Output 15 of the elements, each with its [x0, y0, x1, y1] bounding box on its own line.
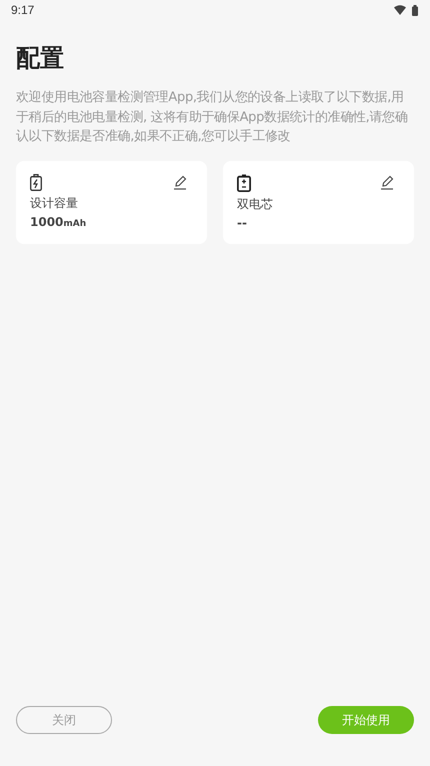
battery-icon	[237, 174, 251, 192]
battery-charging-icon	[30, 174, 42, 190]
wifi-icon	[394, 5, 406, 15]
page-title: 配置	[16, 43, 65, 74]
card-value: --	[237, 216, 247, 230]
battery-icon	[412, 4, 418, 16]
description-text: 欢迎使用电池容量检测管理App,我们从您的设备上读取了以下数据,用于稍后的电池电量检测, 这将有助于确保App数据统计的准确性,请您确认以下数据是否准确,如果不正确,您可以手工修改	[16, 89, 409, 146]
card-label: 设计容量	[30, 194, 78, 212]
status-time: 9:17	[11, 3, 36, 17]
edit-icon[interactable]	[173, 174, 187, 190]
card-label: 双电芯	[237, 196, 273, 212]
edit-icon[interactable]	[380, 175, 394, 190]
card-value: 1000mAh	[30, 214, 86, 228]
info-card[interactable]: 双电芯 --	[223, 160, 414, 244]
info-card[interactable]: 设计容量 1000mAh	[16, 160, 207, 244]
